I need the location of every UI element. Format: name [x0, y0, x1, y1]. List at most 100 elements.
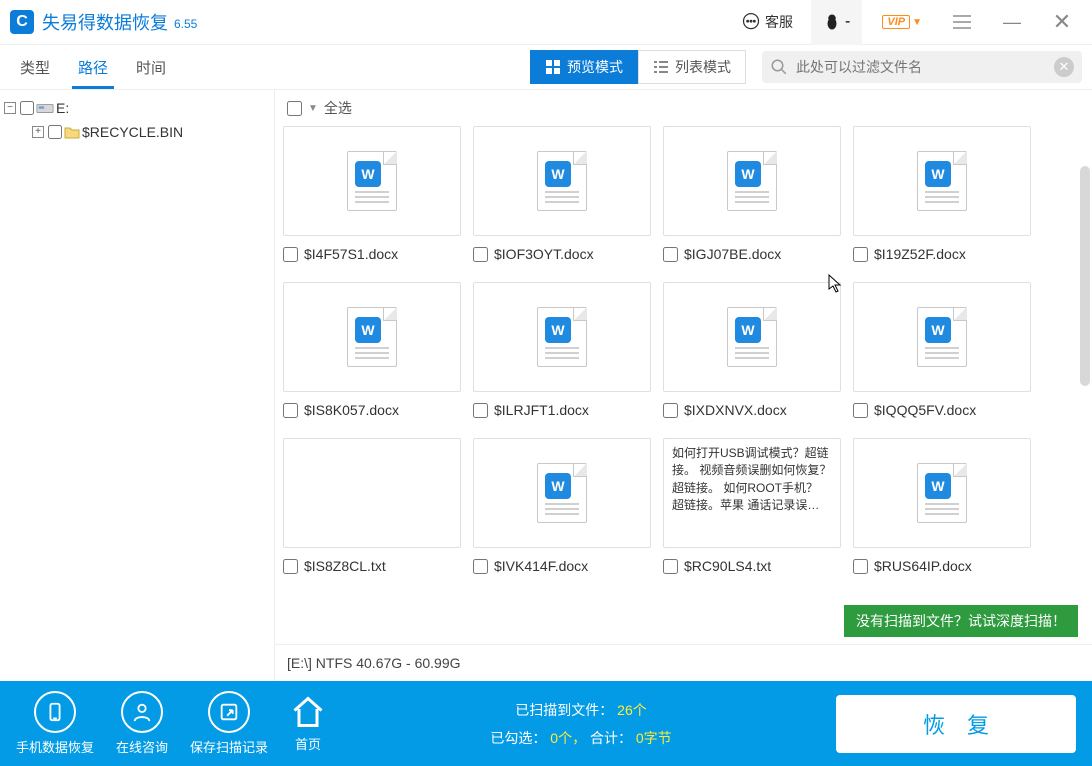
phone-recovery-button[interactable]: 手机数据恢复: [16, 691, 94, 756]
file-thumb: W: [663, 282, 841, 392]
expand-icon[interactable]: +: [32, 126, 44, 138]
file-thumb: W: [473, 126, 651, 236]
scrollbar-thumb[interactable]: [1080, 166, 1090, 386]
tree-row-drive[interactable]: − E:: [4, 96, 270, 120]
select-all-checkbox[interactable]: [287, 101, 302, 116]
preview-mode-button[interactable]: 预览模式: [530, 50, 638, 84]
file-tile[interactable]: W $IXDXNVX.docx: [663, 282, 841, 418]
word-doc-icon: W: [917, 151, 967, 211]
online-consult-button[interactable]: 在线咨询: [116, 691, 168, 756]
file-tile[interactable]: W $RUS64IP.docx: [853, 438, 1031, 574]
file-tile[interactable]: W$I4F57S1.docx: [283, 126, 461, 262]
minimize-button[interactable]: —: [992, 0, 1032, 45]
file-thumb: W: [853, 126, 1031, 236]
deep-scan-button[interactable]: 没有扫描到文件？试试深度扫描！: [844, 605, 1078, 637]
list-mode-button[interactable]: 列表模式: [638, 50, 746, 84]
tab-time[interactable]: 时间: [136, 45, 166, 89]
search-clear-button[interactable]: ✕: [1054, 57, 1074, 77]
file-tile[interactable]: W $I19Z52F.docx: [853, 126, 1031, 262]
file-checkbox[interactable]: [473, 559, 488, 574]
file-name: $IS8Z8CL.txt: [304, 558, 386, 574]
save-scan-button[interactable]: 保存扫描记录: [190, 691, 268, 756]
file-label-row: $IVK414F.docx: [473, 558, 651, 574]
file-thumb: W: [473, 438, 651, 548]
file-label-row: $IS8Z8CL.txt: [283, 558, 461, 574]
folder-icon: [64, 125, 80, 139]
file-name: $IVK414F.docx: [494, 558, 588, 574]
export-icon: [218, 701, 240, 723]
list-icon: [653, 59, 669, 75]
file-checkbox[interactable]: [663, 247, 678, 262]
home-icon: [290, 694, 326, 730]
close-button[interactable]: ✕: [1042, 0, 1082, 45]
file-tile[interactable]: $IS8Z8CL.txt: [283, 438, 461, 574]
file-checkbox[interactable]: [853, 559, 868, 574]
file-thumb: W: [853, 438, 1031, 548]
file-grid: W$I4F57S1.docxW$IOF3OYT.docxW$IGJ07BE.do…: [283, 126, 1084, 574]
file-thumb: W: [663, 126, 841, 236]
menu-button[interactable]: [942, 0, 982, 45]
file-checkbox[interactable]: [853, 247, 868, 262]
collapse-icon[interactable]: −: [4, 102, 16, 114]
file-name: $I19Z52F.docx: [874, 246, 966, 262]
select-all-label: 全选: [324, 98, 352, 118]
word-doc-icon: W: [727, 151, 777, 211]
scrollbar[interactable]: [1080, 126, 1090, 644]
file-tile[interactable]: W$IOF3OYT.docx: [473, 126, 651, 262]
folder-tree: − E: + $RECYCLE.BIN: [0, 90, 275, 681]
word-doc-icon: W: [537, 463, 587, 523]
file-tile[interactable]: W$IS8K057.docx: [283, 282, 461, 418]
checked-label: 已勾选：: [490, 730, 546, 746]
scan-stats: 已扫描到文件： 26个 已勾选： 0个， 合计： 0字节: [348, 700, 814, 748]
vip-button[interactable]: VIP ▼: [872, 0, 932, 45]
search-input[interactable]: [788, 59, 1054, 75]
scanned-label: 已扫描到文件：: [515, 702, 613, 718]
customer-service-label: 客服: [765, 12, 793, 32]
checked-count: 0个，: [550, 730, 586, 746]
file-name: $RUS64IP.docx: [874, 558, 972, 574]
list-mode-label: 列表模式: [675, 57, 731, 77]
recover-button[interactable]: 恢复: [836, 695, 1076, 753]
text-preview: 如何打开USB调试模式？超链接。 视频音频误删如何恢复？超链接。 如何ROOT手…: [664, 439, 840, 547]
qq-login-button[interactable]: -: [811, 0, 862, 45]
file-checkbox[interactable]: [473, 247, 488, 262]
drive-icon: [36, 101, 54, 115]
file-name: $I4F57S1.docx: [304, 246, 398, 262]
online-consult-label: 在线咨询: [116, 737, 168, 756]
file-tile[interactable]: W$IQQQ5FV.docx: [853, 282, 1031, 418]
file-tile[interactable]: W $IGJ07BE.docx: [663, 126, 841, 262]
file-checkbox[interactable]: [473, 403, 488, 418]
file-checkbox[interactable]: [283, 247, 298, 262]
file-label-row: $IXDXNVX.docx: [663, 402, 841, 418]
file-thumb: W: [283, 282, 461, 392]
file-name: $RC90LS4.txt: [684, 558, 771, 574]
file-name: $ILRJFT1.docx: [494, 402, 589, 418]
tree-checkbox[interactable]: [48, 125, 62, 139]
search-box[interactable]: ✕: [762, 51, 1082, 83]
file-tile[interactable]: 如何打开USB调试模式？超链接。 视频音频误删如何恢复？超链接。 如何ROOT手…: [663, 438, 841, 574]
file-checkbox[interactable]: [283, 559, 298, 574]
vip-badge: VIP: [882, 15, 910, 29]
tree-row-recycle[interactable]: + $RECYCLE.BIN: [4, 120, 270, 144]
file-checkbox[interactable]: [853, 403, 868, 418]
file-tile[interactable]: W $ILRJFT1.docx: [473, 282, 651, 418]
tab-type[interactable]: 类型: [20, 45, 50, 89]
file-checkbox[interactable]: [663, 559, 678, 574]
file-name: $IXDXNVX.docx: [684, 402, 787, 418]
customer-service-button[interactable]: 客服: [733, 12, 801, 32]
toolbar: 类型 路径 时间 预览模式 列表模式 ✕: [0, 45, 1092, 90]
tree-recycle-label: $RECYCLE.BIN: [82, 124, 183, 140]
file-checkbox[interactable]: [663, 403, 678, 418]
word-doc-icon: W: [727, 307, 777, 367]
home-button[interactable]: 首页: [290, 694, 326, 753]
file-label-row: $I4F57S1.docx: [283, 246, 461, 262]
file-label-row: $ILRJFT1.docx: [473, 402, 651, 418]
file-tile[interactable]: W $IVK414F.docx: [473, 438, 651, 574]
file-checkbox[interactable]: [283, 403, 298, 418]
file-label-row: $IGJ07BE.docx: [663, 246, 841, 262]
tree-checkbox[interactable]: [20, 101, 34, 115]
chevron-down-icon[interactable]: ▼: [308, 103, 318, 114]
select-all-row: ▼ 全选: [275, 90, 1092, 126]
file-thumb: W: [473, 282, 651, 392]
tab-path[interactable]: 路径: [78, 45, 108, 89]
